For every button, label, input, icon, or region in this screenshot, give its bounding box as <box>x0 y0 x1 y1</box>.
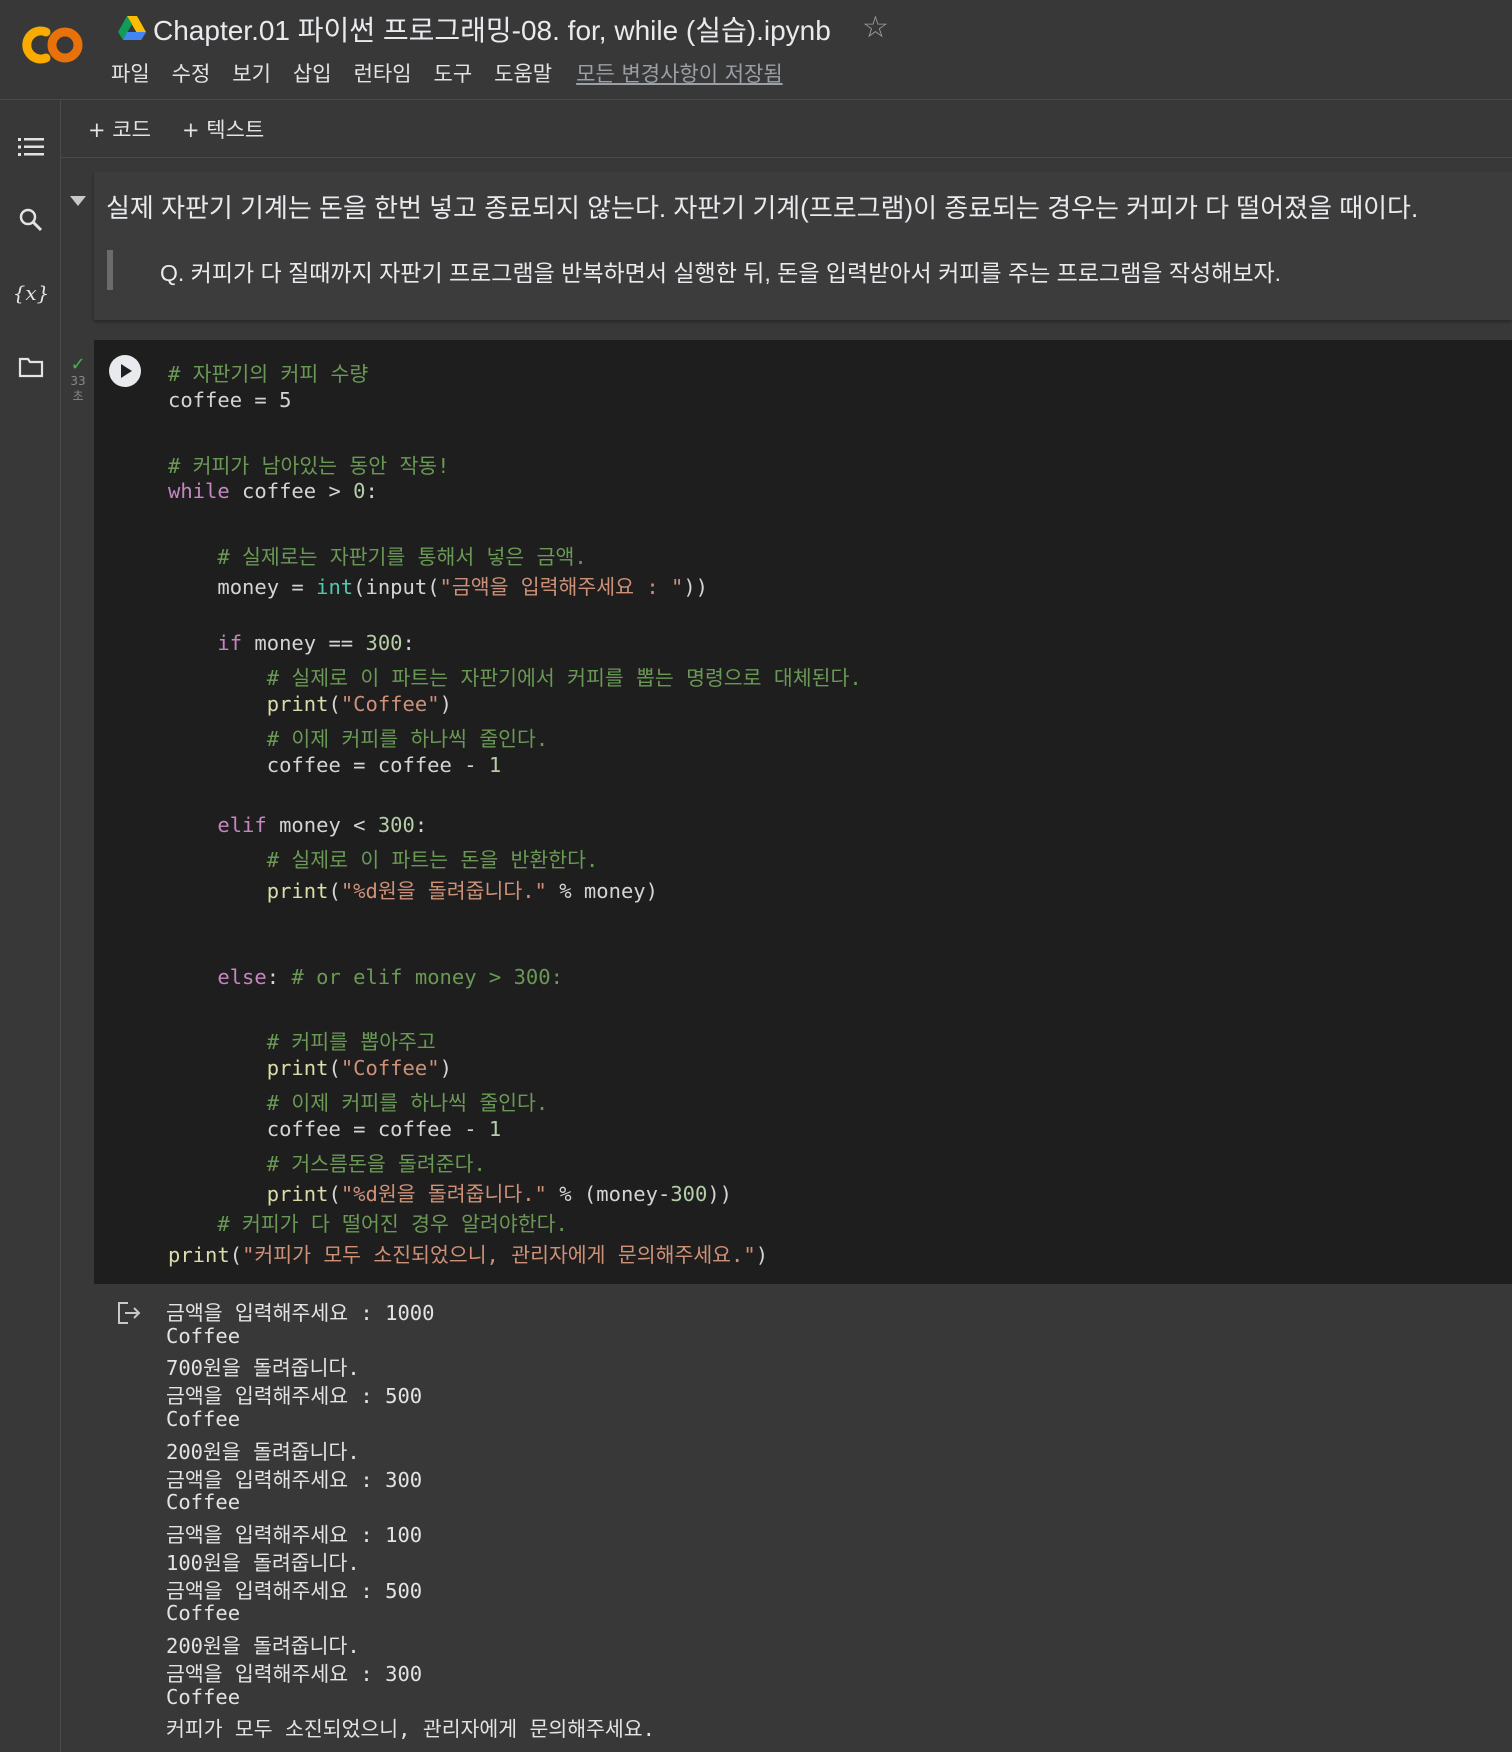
code-line: coffee = coffee - 1 <box>168 1117 502 1141</box>
output-line: 금액을 입력해주세요 : 1000 <box>166 1301 435 1325</box>
output-line: 200원을 돌려줍니다. <box>166 1440 360 1464</box>
cell-output: 금액을 입력해주세요 : 1000 Coffee 700원을 돌려줍니다. 금액… <box>166 1296 655 1741</box>
execution-time-unit: 초 <box>72 389 84 403</box>
variables-icon[interactable]: {x} <box>13 276 50 310</box>
output-line: 700원을 돌려줍니다. <box>166 1356 360 1380</box>
menu-view[interactable]: 보기 <box>232 58 271 88</box>
code-line: print("커피가 모두 소진되었으니, 관리자에게 문의해주세요.") <box>168 1243 769 1267</box>
output-line: 금액을 입력해주세요 : 300 <box>166 1468 423 1492</box>
code-line: # 이제 커피를 하나씩 줄인다. <box>168 1091 549 1115</box>
code-line: # 커피가 남아있는 동안 작동! <box>168 454 450 478</box>
code-line: # 실제로 이 파트는 자판기에서 커피를 뽑는 명령으로 대체된다. <box>168 666 862 690</box>
output-line: 금액을 입력해주세요 : 500 <box>166 1579 423 1603</box>
notebook-toolbar: + 코드 + 텍스트 <box>61 100 1512 158</box>
code-line: print("%d원을 돌려줍니다." % (money-300)) <box>266 1182 733 1206</box>
code-line: else: # or elif money > 300: <box>217 965 563 989</box>
cell-execution-status: ✓ 33 초 <box>68 356 88 404</box>
collapse-section-icon[interactable] <box>70 196 86 206</box>
star-icon[interactable]: ☆ <box>862 10 889 45</box>
code-line: # 커피를 뽑아주고 <box>168 1030 436 1054</box>
code-line: money = int(input("금액을 입력해주세요 : ")) <box>168 575 709 599</box>
code-line: # 실제로 이 파트는 돈을 반환한다. <box>168 848 599 872</box>
toc-icon[interactable] <box>14 130 48 164</box>
output-line: Coffee <box>166 1490 241 1514</box>
add-text-button[interactable]: + 텍스트 <box>182 114 264 144</box>
code-line: coffee = coffee - 1 <box>168 753 502 777</box>
output-actions-icon[interactable] <box>116 1300 142 1326</box>
code-line: print("Coffee") <box>266 692 452 716</box>
google-drive-icon[interactable] <box>118 15 146 41</box>
code-line: # 거스름돈을 돌려준다. <box>168 1152 486 1176</box>
output-line: Coffee <box>166 1324 241 1348</box>
output-line: Coffee <box>166 1601 241 1625</box>
text-cell-paragraph: 실제 자판기 기계는 돈을 한번 넣고 종료되지 않는다. 자판기 기계(프로그… <box>106 193 1419 223</box>
code-line: print("%d원을 돌려줍니다." % money) <box>266 879 658 903</box>
code-line: # 커피가 다 떨어진 경우 알려야한다. <box>168 1212 568 1236</box>
code-line: # 실제로는 자판기를 통해서 넣은 금액. <box>168 545 587 569</box>
code-line: coffee = 5 <box>168 388 292 412</box>
output-line: 금액을 입력해주세요 : 500 <box>166 1384 423 1408</box>
code-line: # 자판기의 커피 수량 <box>168 362 369 386</box>
output-line: 금액을 입력해주세요 : 300 <box>166 1662 423 1686</box>
code-editor[interactable]: # 자판기의 커피 수량 coffee = 5 # 커피가 남아있는 동안 작동… <box>168 357 862 1267</box>
output-line: 200원을 돌려줍니다. <box>166 1634 360 1658</box>
output-line: Coffee <box>166 1685 241 1709</box>
menu-help[interactable]: 도움말 <box>494 58 552 88</box>
menu-edit[interactable]: 수정 <box>172 58 211 88</box>
save-status[interactable]: 모든 변경사항이 저장됨 <box>576 58 783 88</box>
menu-tools[interactable]: 도구 <box>434 58 473 88</box>
blockquote-bar <box>107 250 113 290</box>
text-cell[interactable]: 실제 자판기 기계는 돈을 한번 넣고 종료되지 않는다. 자판기 기계(프로그… <box>94 172 1512 320</box>
run-cell-button[interactable] <box>109 355 141 387</box>
menu-runtime[interactable]: 런타임 <box>354 58 412 88</box>
execution-time: 33 <box>70 374 86 388</box>
colab-logo[interactable] <box>20 22 88 68</box>
output-line: 100원을 돌려줍니다. <box>166 1551 360 1575</box>
code-line: while coffee > 0: <box>168 479 378 503</box>
left-sidebar: {x} <box>0 100 61 1752</box>
menu-insert[interactable]: 삽입 <box>293 58 332 88</box>
output-line: 금액을 입력해주세요 : 100 <box>166 1523 423 1547</box>
output-line: 커피가 모두 소진되었으니, 관리자에게 문의해주세요. <box>166 1717 655 1741</box>
search-icon[interactable] <box>14 203 48 237</box>
folder-icon[interactable] <box>14 350 48 384</box>
code-line: # 이제 커피를 하나씩 줄인다. <box>168 727 549 751</box>
code-line: print("Coffee") <box>266 1056 452 1080</box>
code-line: elif money < 300: <box>217 813 428 837</box>
output-line: Coffee <box>166 1407 241 1431</box>
notebook-title[interactable]: Chapter.01 파이썬 프로그래밍-08. for, while (실습)… <box>153 9 831 49</box>
menu-bar: 파일 수정 보기 삽입 런타임 도구 도움말 모든 변경사항이 저장됨 <box>111 58 805 88</box>
checkmark-icon: ✓ <box>70 354 86 375</box>
menu-file[interactable]: 파일 <box>111 58 150 88</box>
code-line: if money == 300: <box>217 631 415 655</box>
text-cell-question: Q. 커피가 다 질때까지 자판기 프로그램을 반복하면서 실행한 뒤, 돈을 … <box>160 260 1282 286</box>
top-bar: Chapter.01 파이썬 프로그래밍-08. for, while (실습)… <box>0 0 1512 100</box>
add-code-button[interactable]: + 코드 <box>88 114 151 144</box>
